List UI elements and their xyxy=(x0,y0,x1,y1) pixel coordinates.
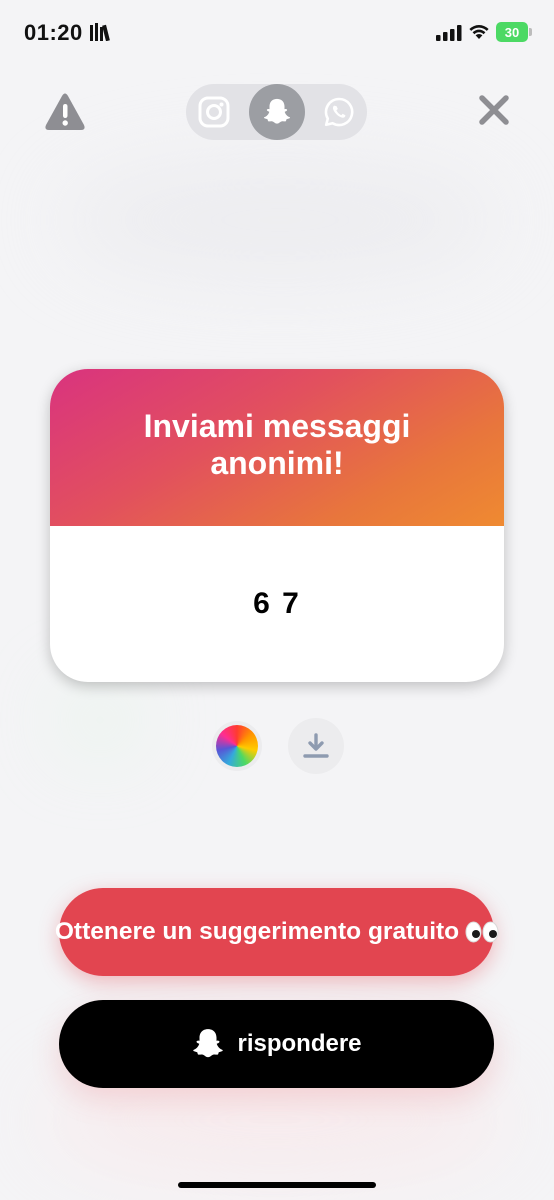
close-button[interactable] xyxy=(474,90,514,130)
card-title: Inviami messaggi anonimi! xyxy=(143,407,411,481)
status-time: 01:20 xyxy=(24,20,83,45)
report-button[interactable] xyxy=(44,92,86,132)
wifi-icon xyxy=(469,25,489,39)
battery-indicator: 30 xyxy=(496,22,528,42)
cellular-signal-icon xyxy=(436,25,462,41)
background-blur-green xyxy=(60,690,140,750)
focus-mode-icon xyxy=(90,23,110,41)
platform-switcher xyxy=(186,84,367,140)
message-card: Inviami messaggi anonimi! 6 7 xyxy=(50,369,504,682)
tab-instagram[interactable] xyxy=(186,84,242,140)
whatsapp-icon xyxy=(324,97,354,127)
snapchat-ghost-icon xyxy=(193,1029,224,1058)
close-x-icon xyxy=(479,95,509,125)
instagram-icon xyxy=(198,96,230,128)
tab-snapchat[interactable] xyxy=(249,84,305,140)
free-hint-button[interactable] xyxy=(59,888,494,976)
color-picker-button[interactable] xyxy=(216,725,258,767)
background-blur xyxy=(60,160,500,280)
download-button[interactable] xyxy=(288,718,344,774)
reply-button-label: rispondere xyxy=(237,1030,362,1057)
download-icon xyxy=(303,733,329,758)
warning-triangle-icon xyxy=(45,93,85,130)
tab-whatsapp[interactable] xyxy=(311,84,367,140)
card-header: Inviami messaggi anonimi! xyxy=(50,369,504,526)
status-bar: 01:20 30 xyxy=(0,0,554,64)
snapchat-ghost-icon xyxy=(264,98,290,124)
battery-cap xyxy=(529,28,532,36)
card-body: 6 7 xyxy=(50,526,504,682)
reply-button[interactable]: rispondere xyxy=(59,1000,494,1088)
card-message: 6 7 xyxy=(253,587,301,620)
home-indicator[interactable] xyxy=(178,1182,376,1188)
